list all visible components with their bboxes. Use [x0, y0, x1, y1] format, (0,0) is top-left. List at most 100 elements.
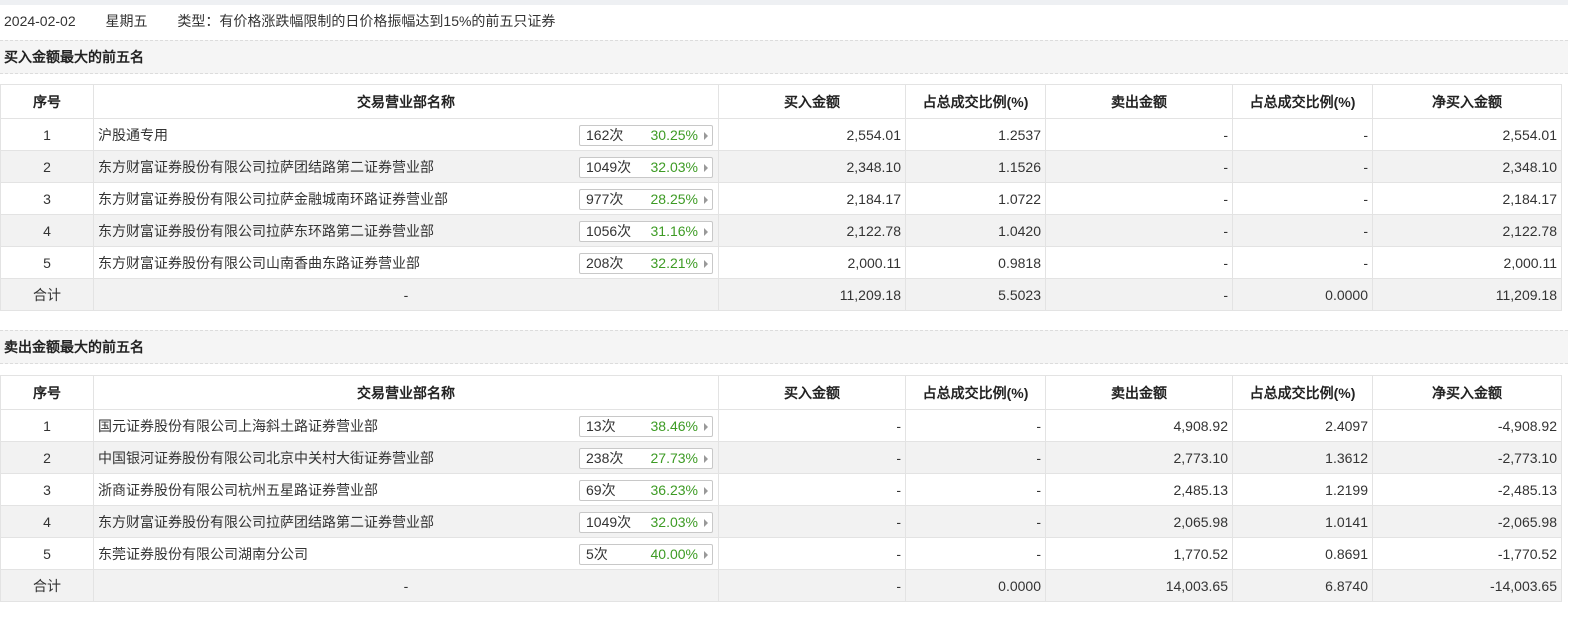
buy-ratio: - — [905, 409, 1046, 442]
broker-name[interactable]: 东方财富证券股份有限公司拉萨金融城南环路证券营业部 — [98, 191, 448, 207]
win-rate: 31.16% — [650, 223, 698, 239]
col-buy: 买入金额 — [718, 375, 906, 410]
win-rate: 36.23% — [650, 482, 698, 498]
total-label: 合计 — [0, 278, 94, 311]
table-header: 序号 交易营业部名称 买入金额 占总成交比例(%) 卖出金额 占总成交比例(%)… — [0, 84, 1562, 119]
sell-amount: - — [1045, 150, 1233, 183]
sell-section-title: 卖出金额最大的前五名 — [0, 330, 1568, 364]
buy-ratio: 1.0722 — [905, 182, 1046, 215]
broker-stats-button[interactable]: 977次 28.25% — [579, 189, 713, 210]
table-row: 4 东方财富证券股份有限公司拉萨团结路第二证券营业部 1049次 32.03% - -2,… — [0, 505, 1562, 538]
buy-ratio: 1.2537 — [905, 118, 1046, 151]
buy-ratio: 1.1526 — [905, 150, 1046, 183]
sell-ratio: - — [1232, 246, 1373, 279]
buy-table: 序号 交易营业部名称 买入金额 占总成交比例(%) 卖出金额 占总成交比例(%)… — [0, 84, 1562, 311]
table-row: 4 东方财富证券股份有限公司拉萨东环路第二证券营业部 1056次 31.16% 2,12… — [0, 214, 1562, 247]
broker-stats-button[interactable]: 238次 27.73% — [579, 448, 713, 469]
broker-stats-button[interactable]: 208次 32.21% — [579, 253, 713, 274]
col-sell: 卖出金额 — [1045, 84, 1233, 119]
sell-ratio: 0.8691 — [1232, 537, 1373, 570]
listing-count: 69次 — [586, 482, 616, 498]
broker-name-cell: 东方财富证券股份有限公司拉萨团结路第二证券营业部 1049次 32.03% — [93, 505, 719, 538]
broker-name[interactable]: 浙商证券股份有限公司杭州五星路证券营业部 — [98, 482, 378, 498]
broker-name-cell: 东方财富证券股份有限公司山南香曲东路证券营业部 208次 32.21% — [93, 246, 719, 279]
win-rate: 32.03% — [650, 159, 698, 175]
buy-amount: 2,348.10 — [718, 150, 906, 183]
buy-amount: - — [718, 441, 906, 474]
total-name: - — [93, 569, 719, 602]
table-row: 1 国元证券股份有限公司上海斜土路证券营业部 13次 38.46% - -4,908.92… — [0, 409, 1562, 442]
total-row: 合计 -11,209.18 5.5023-0.0000 11,209.18 — [0, 278, 1562, 311]
row-index: 5 — [0, 537, 94, 570]
sell-amount: 1,770.52 — [1045, 537, 1233, 570]
broker-name-cell: 东方财富证券股份有限公司拉萨金融城南环路证券营业部 977次 28.25% — [93, 182, 719, 215]
row-index: 2 — [0, 150, 94, 183]
col-index: 序号 — [0, 84, 94, 119]
total-buy: 11,209.18 — [718, 278, 906, 311]
buy-ratio: - — [905, 441, 1046, 474]
total-sell-ratio: 6.8740 — [1232, 569, 1373, 602]
sell-ratio: 1.0141 — [1232, 505, 1373, 538]
net-amount: 2,348.10 — [1372, 150, 1562, 183]
row-index: 5 — [0, 246, 94, 279]
broker-name[interactable]: 沪股通专用 — [98, 127, 168, 143]
total-sell: 14,003.65 — [1045, 569, 1233, 602]
buy-section-title: 买入金额最大的前五名 — [0, 40, 1568, 74]
col-net: 净买入金额 — [1372, 84, 1562, 119]
broker-name[interactable]: 国元证券股份有限公司上海斜土路证券营业部 — [98, 418, 378, 434]
broker-stats-button[interactable]: 1056次 31.16% — [579, 221, 713, 242]
broker-name-cell: 国元证券股份有限公司上海斜土路证券营业部 13次 38.46% — [93, 409, 719, 442]
row-index: 1 — [0, 118, 94, 151]
broker-stats-button[interactable]: 69次 36.23% — [579, 480, 713, 501]
broker-stats-button[interactable]: 5次 40.00% — [579, 544, 713, 565]
net-amount: 2,122.78 — [1372, 214, 1562, 247]
total-net: 11,209.18 — [1372, 278, 1562, 311]
broker-stats-button[interactable]: 162次 30.25% — [579, 125, 713, 146]
broker-name[interactable]: 东方财富证券股份有限公司拉萨团结路第二证券营业部 — [98, 159, 434, 175]
col-name: 交易营业部名称 — [93, 84, 719, 119]
broker-name[interactable]: 东方财富证券股份有限公司拉萨团结路第二证券营业部 — [98, 514, 434, 530]
sell-amount: 2,485.13 — [1045, 473, 1233, 506]
broker-name-cell: 东莞证券股份有限公司湖南分公司 5次 40.00% — [93, 537, 719, 570]
chevron-right-icon — [704, 551, 708, 559]
win-rate: 30.25% — [650, 127, 698, 143]
sell-amount: 4,908.92 — [1045, 409, 1233, 442]
listing-count: 208次 — [586, 255, 624, 271]
chevron-right-icon — [704, 455, 708, 463]
broker-name[interactable]: 东方财富证券股份有限公司山南香曲东路证券营业部 — [98, 255, 420, 271]
row-index: 2 — [0, 441, 94, 474]
col-net: 净买入金额 — [1372, 375, 1562, 410]
broker-stats-button[interactable]: 1049次 32.03% — [579, 512, 713, 533]
broker-stats-button[interactable]: 13次 38.46% — [579, 416, 713, 437]
buy-amount: 2,184.17 — [718, 182, 906, 215]
sell-amount: - — [1045, 118, 1233, 151]
listing-count: 977次 — [586, 191, 624, 207]
total-name: - — [93, 278, 719, 311]
row-index: 3 — [0, 473, 94, 506]
listing-count: 5次 — [586, 546, 608, 562]
sell-ratio: - — [1232, 214, 1373, 247]
total-buy: - — [718, 569, 906, 602]
listing-count: 162次 — [586, 127, 624, 143]
table-header: 序号 交易营业部名称 买入金额 占总成交比例(%) 卖出金额 占总成交比例(%)… — [0, 375, 1562, 410]
sell-ratio: - — [1232, 150, 1373, 183]
broker-name[interactable]: 中国银河证券股份有限公司北京中关村大街证券营业部 — [98, 450, 434, 466]
total-sell: - — [1045, 278, 1233, 311]
broker-name[interactable]: 东莞证券股份有限公司湖南分公司 — [98, 546, 308, 562]
sell-amount: - — [1045, 246, 1233, 279]
buy-amount: 2,122.78 — [718, 214, 906, 247]
sell-ratio: - — [1232, 118, 1373, 151]
win-rate: 32.21% — [650, 255, 698, 271]
net-amount: 2,184.17 — [1372, 182, 1562, 215]
broker-name-cell: 中国银河证券股份有限公司北京中关村大街证券营业部 238次 27.73% — [93, 441, 719, 474]
broker-stats-button[interactable]: 1049次 32.03% — [579, 157, 713, 178]
net-amount: -4,908.92 — [1372, 409, 1562, 442]
list-type: 类型：有价格涨跌幅限制的日价格振幅达到15%的前五只证券 — [177, 13, 556, 29]
sell-ratio: 1.3612 — [1232, 441, 1373, 474]
total-net: -14,003.65 — [1372, 569, 1562, 602]
total-row: 合计 - -0.0000 14,003.65 6.8740 -14,003.65 — [0, 569, 1562, 602]
sell-amount: - — [1045, 182, 1233, 215]
chevron-right-icon — [704, 228, 708, 236]
broker-name[interactable]: 东方财富证券股份有限公司拉萨东环路第二证券营业部 — [98, 223, 434, 239]
sell-ratio: - — [1232, 182, 1373, 215]
